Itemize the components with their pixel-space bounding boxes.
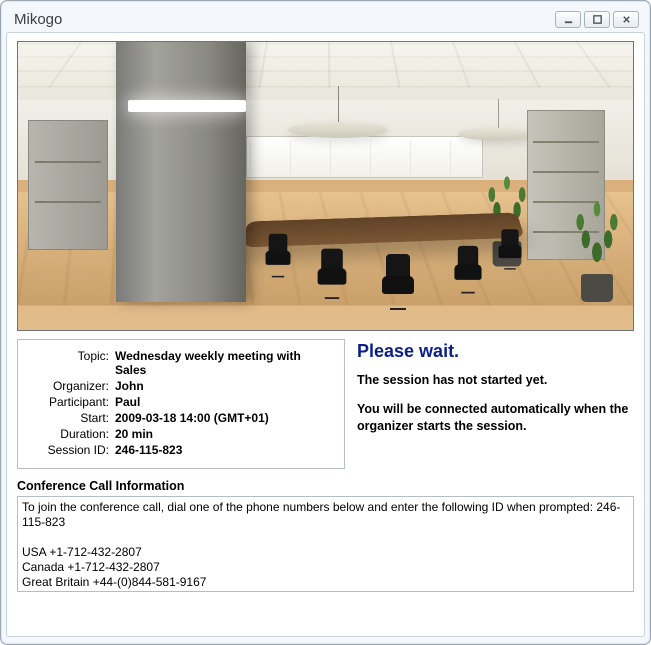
status-panel: Please wait. The session has not started…: [357, 339, 634, 469]
value-duration: 20 min: [112, 426, 334, 442]
label-topic: Topic:: [26, 348, 112, 378]
conference-heading: Conference Call Information: [17, 479, 634, 493]
close-button[interactable]: [613, 11, 639, 28]
maximize-button[interactable]: [584, 11, 610, 28]
label-start: Start:: [26, 410, 112, 426]
please-wait-heading: Please wait.: [357, 341, 634, 362]
titlebar[interactable]: Mikogo: [6, 6, 645, 32]
label-session-id: Session ID:: [26, 442, 112, 458]
maximize-icon: [592, 14, 603, 25]
label-organizer: Organizer:: [26, 378, 112, 394]
value-start: 2009-03-18 14:00 (GMT+01): [112, 410, 334, 426]
status-line-1: The session has not started yet.: [357, 372, 634, 389]
value-topic: Wednesday weekly meeting with Sales: [112, 348, 334, 378]
value-organizer: John: [112, 378, 334, 394]
minimize-button[interactable]: [555, 11, 581, 28]
window-title: Mikogo: [12, 11, 555, 28]
status-line-2: You will be connected automatically when…: [357, 401, 634, 435]
label-participant: Participant:: [26, 394, 112, 410]
window-controls: [555, 11, 639, 28]
minimize-icon: [563, 14, 574, 25]
session-details-table: Topic: Wednesday weekly meeting with Sal…: [26, 348, 334, 458]
value-session-id: 246-115-823: [112, 442, 334, 458]
client-area: Topic: Wednesday weekly meeting with Sal…: [6, 32, 645, 637]
info-row: Topic: Wednesday weekly meeting with Sal…: [17, 339, 634, 469]
app-window: Mikogo: [0, 0, 651, 645]
conference-call-textarea[interactable]: [17, 496, 634, 592]
hero-image: [17, 41, 634, 331]
conference-box-wrap: [17, 496, 634, 595]
value-participant: Paul: [112, 394, 334, 410]
close-icon: [621, 14, 632, 25]
label-duration: Duration:: [26, 426, 112, 442]
session-details-box: Topic: Wednesday weekly meeting with Sal…: [17, 339, 345, 469]
